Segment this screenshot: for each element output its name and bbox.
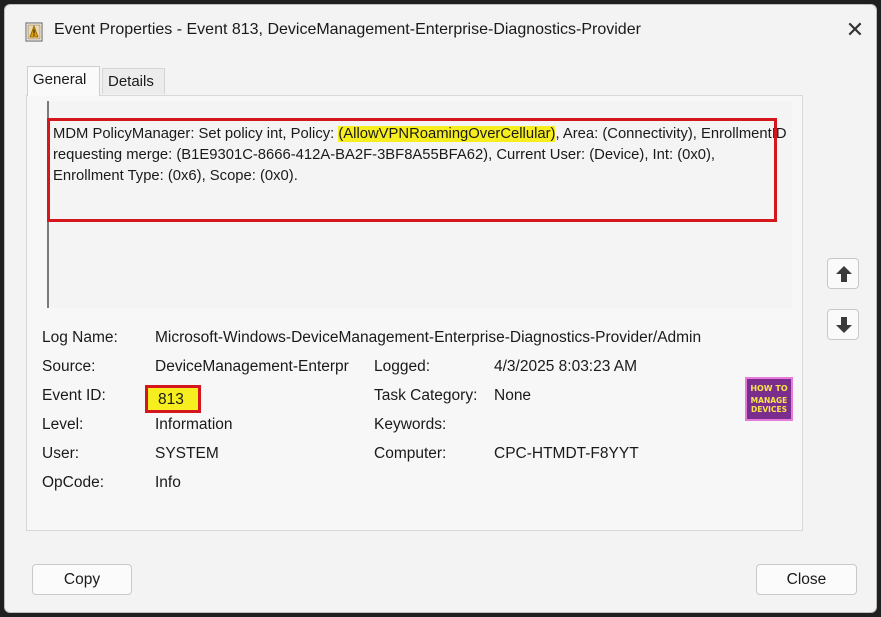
arrow-down-icon <box>836 317 852 333</box>
opcode-label: OpCode: <box>42 474 105 491</box>
computer-label: Computer: <box>374 445 447 462</box>
task-category-value: None <box>494 387 532 404</box>
next-event-button[interactable] <box>827 309 859 340</box>
general-panel: MDM PolicyManager: Set policy int, Polic… <box>26 95 803 531</box>
logo-line-3-text: DEVICES <box>751 405 787 414</box>
opcode-value: Info <box>155 474 181 491</box>
logged-value: 4/3/2025 8:03:23 AM <box>494 358 638 375</box>
how-to-manage-devices-logo: HOW TO MANAGE DEVICES <box>745 377 793 421</box>
log-name-label: Log Name: <box>42 329 118 346</box>
close-icon[interactable]: ✕ <box>842 17 868 43</box>
task-category-label: Task Category: <box>374 387 478 404</box>
event-id-label: Event ID: <box>42 387 106 404</box>
source-value: DeviceManagement-Enterpr <box>155 358 349 375</box>
title-bar: Event Properties - Event 813, DeviceMana… <box>5 5 876 55</box>
logo-line-1: HOW TO <box>750 384 788 393</box>
arrow-up-icon <box>836 266 852 282</box>
level-label: Level: <box>42 416 84 433</box>
tab-details[interactable]: Details <box>102 68 165 94</box>
user-value: SYSTEM <box>155 445 219 462</box>
close-button[interactable]: Close <box>756 564 857 595</box>
copy-button[interactable]: Copy <box>32 564 132 595</box>
previous-event-button[interactable] <box>827 258 859 289</box>
event-id-value: 813 <box>158 391 184 408</box>
keywords-label: Keywords: <box>374 416 447 433</box>
computer-value: CPC-HTMDT-F8YYT <box>494 445 639 462</box>
description-text-start: MDM PolicyManager: Set policy int, Polic… <box>53 126 339 142</box>
level-value: Information <box>155 416 233 433</box>
event-viewer-icon <box>25 22 43 42</box>
event-description: MDM PolicyManager: Set policy int, Polic… <box>53 124 788 187</box>
log-name-value: Microsoft-Windows-DeviceManagement-Enter… <box>155 329 702 346</box>
source-label: Source: <box>42 358 96 375</box>
logo-line-2-text: MANAGE <box>750 396 788 405</box>
event-id-annotation-frame: 813 <box>145 385 201 413</box>
logo-line-2: MANAGE DEVICES <box>747 396 791 414</box>
user-label: User: <box>42 445 80 462</box>
window-title: Event Properties - Event 813, DeviceMana… <box>54 21 641 38</box>
event-properties-window: Event Properties - Event 813, DeviceMana… <box>4 4 877 613</box>
tab-general[interactable]: General <box>27 66 100 96</box>
policy-name-highlight: (AllowVPNRoamingOverCellular) <box>338 126 556 142</box>
logged-label: Logged: <box>374 358 431 375</box>
